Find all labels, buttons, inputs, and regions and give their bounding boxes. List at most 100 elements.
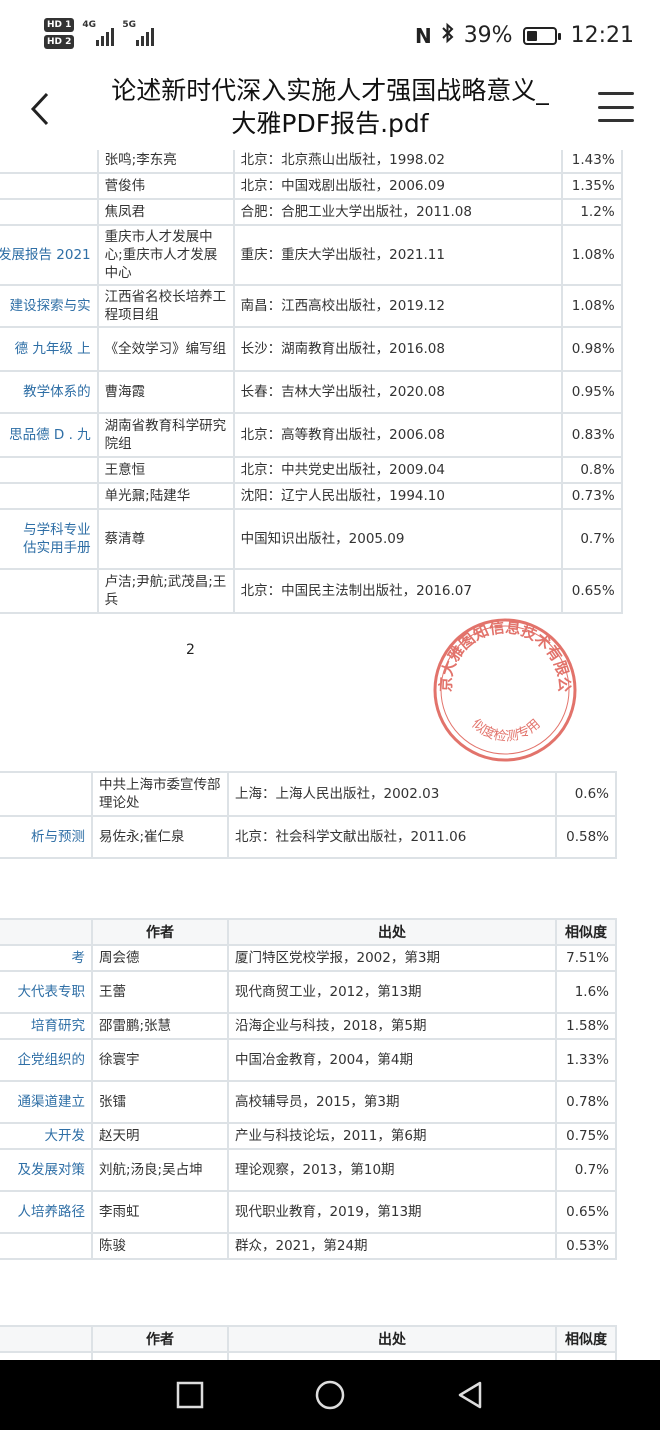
ref-title[interactable]: [0, 568, 99, 614]
ref-source: 长沙：湖南教育出版社，2016.08: [232, 326, 563, 372]
document-title: 论述新时代深入实施人才强国战略意义_ 大雅PDF报告.pdf: [80, 74, 580, 140]
app-header: 论述新时代深入实施人才强国战略意义_ 大雅PDF报告.pdf: [0, 74, 660, 150]
ref-title[interactable]: [0, 198, 99, 226]
ref-similarity: 1.33%: [555, 1038, 617, 1082]
battery-fill: [526, 30, 537, 41]
header-similarity: 相似度: [555, 918, 617, 946]
table-row: 大开发 赵天明 产业与科技论坛，2011，第6期 0.75%: [0, 1122, 617, 1150]
header-author: 作者: [91, 1325, 229, 1353]
ref-similarity: 0.8%: [560, 456, 623, 484]
ref-title[interactable]: 大开发: [0, 1122, 93, 1150]
reference-table-next: 作者 出处 相似度: [0, 1325, 617, 1360]
ref-title[interactable]: 企党组织的: [0, 1038, 93, 1082]
document-title-line1: 论述新时代深入实施人才强国战略意义_: [111, 76, 549, 105]
header-title: [0, 1325, 93, 1353]
header-author: 作者: [91, 918, 229, 946]
ref-title[interactable]: 析与预测: [0, 815, 93, 859]
ref-title[interactable]: 建设探索与实: [0, 284, 99, 328]
ref-similarity: 0.7%: [560, 508, 623, 570]
ref-title[interactable]: [0, 482, 99, 510]
ref-similarity: 1.2%: [560, 198, 623, 226]
ref-title[interactable]: 通渠道建立: [0, 1080, 93, 1124]
header-similarity: 相似度: [555, 1325, 617, 1353]
ref-similarity: 1.58%: [555, 1012, 617, 1040]
ref-source: 厦门特区党校学报，2002，第3期: [227, 944, 557, 972]
back-triangle-icon: [458, 1381, 482, 1409]
ref-title[interactable]: 与学科专业 估实用手册: [0, 508, 99, 570]
table-row: 王意恒 北京：中共党史出版社，2009.04 0.8%: [0, 456, 623, 484]
ref-source: 上海：上海人民出版社，2002.03: [227, 771, 557, 817]
menu-button[interactable]: [598, 92, 634, 122]
ref-author: 徐寰宇: [91, 1038, 229, 1082]
status-right: N 39% 12:21: [415, 22, 634, 49]
network-type-1: 4G: [82, 20, 97, 30]
ref-title[interactable]: 人培养路径: [0, 1190, 93, 1234]
ref-similarity: 1.6%: [555, 970, 617, 1014]
ref-source: 北京：中国戏剧出版社，2006.09: [232, 172, 563, 200]
battery-icon: [522, 26, 561, 45]
ref-author: 张镭: [91, 1080, 229, 1124]
hd1-badge: HD 1: [44, 18, 75, 32]
ref-title[interactable]: 考: [0, 944, 93, 972]
svg-text:北京大雅图知信息技术有限公司: 北京大雅图知信息技术有限公司: [430, 615, 573, 692]
header-source: 出处: [227, 918, 557, 946]
ref-author: 蔡清尊: [96, 508, 235, 570]
ref-source: 高校辅导员，2015，第3期: [227, 1080, 557, 1124]
table-row: 大代表专职 王蕾 现代商贸工业，2012，第13期 1.6%: [0, 970, 617, 1014]
ref-title[interactable]: [0, 456, 99, 484]
ref-similarity: 1.08%: [560, 284, 623, 328]
ref-similarity: 0.58%: [555, 815, 617, 859]
ref-similarity: 0.75%: [555, 1122, 617, 1150]
ref-source: 南昌：江西高校出版社，2019.12: [232, 284, 563, 328]
ref-author: 王蕾: [91, 970, 229, 1014]
ref-source: 北京：中共党史出版社，2009.04: [232, 456, 563, 484]
header-title: [0, 918, 93, 946]
home-button[interactable]: [310, 1375, 350, 1415]
recents-button[interactable]: [170, 1375, 210, 1415]
ref-author: 刘航;汤良;吴占坤: [91, 1148, 229, 1192]
reference-table-journals: 作者 出处 相似度 考周会德 厦门特区党校学报，2002，第3期 7.51% 大代表专…: [0, 918, 617, 1260]
back-button[interactable]: [20, 84, 60, 134]
ref-title[interactable]: 培育研究: [0, 1012, 93, 1040]
ref-author: 易佐永;崔仁泉: [91, 815, 229, 859]
ref-similarity: 0.73%: [560, 482, 623, 510]
ref-title[interactable]: [0, 1232, 93, 1260]
ref-source: 中国冶金教育，2004，第4期: [227, 1038, 557, 1082]
table-row: 考周会德 厦门特区党校学报，2002，第3期 7.51%: [0, 944, 617, 972]
table-row: 卢洁;尹航;武茂昌;王兵 北京：中国民主法制出版社，2016.07 0.65%: [0, 568, 623, 614]
ref-title[interactable]: 及发展对策: [0, 1148, 93, 1192]
svg-text:相似度检测专用章: 相似度检测专用章: [430, 615, 544, 745]
ref-title[interactable]: 德 九年级 上: [0, 326, 99, 372]
nfc-icon: N: [414, 23, 432, 48]
ref-source: 理论观察，2013，第10期: [227, 1148, 557, 1192]
ref-author: 江西省名校长培养工程项目组: [96, 284, 235, 328]
ref-title[interactable]: 大代表专职: [0, 970, 93, 1014]
ref-source: 长春：吉林大学出版社，2020.08: [232, 370, 563, 414]
ref-author: 赵天明: [91, 1122, 229, 1150]
ref-source: 重庆：重庆大学出版社，2021.11: [232, 224, 563, 286]
status-left: HD 1 HD 2 4G 5G: [44, 18, 155, 49]
ref-title[interactable]: [0, 150, 99, 174]
ref-author: 菅俊伟: [96, 172, 235, 200]
table-row: 及发展对策 刘航;汤良;吴占坤 理论观察，2013，第10期 0.7%: [0, 1148, 617, 1192]
ref-title[interactable]: [0, 172, 99, 200]
back-nav-button[interactable]: [450, 1375, 490, 1415]
battery-percent: 39%: [463, 23, 513, 48]
pdf-viewport[interactable]: 张鸣;李东亮 北京：北京燕山出版社，1998.02 1.43% 菅俊伟 北京：中国戏剧出…: [0, 150, 660, 1360]
ref-author: 焦凤君: [96, 198, 235, 226]
ref-source: 北京：北京燕山出版社，1998.02: [232, 150, 563, 174]
ref-author: 重庆市人才发展中心;重庆市人才发展中心: [96, 224, 235, 286]
ref-author: 湖南省教育科学研究院组: [96, 412, 235, 458]
ref-title[interactable]: 教学体系的: [0, 370, 99, 414]
ref-similarity: 0.95%: [560, 370, 623, 414]
ref-similarity: 1.35%: [560, 172, 623, 200]
signal-icon-2: 5G: [122, 18, 155, 46]
ref-similarity: 0.83%: [560, 412, 623, 458]
ref-title[interactable]: 发展报告 2021: [0, 224, 99, 286]
ref-similarity: 0.65%: [560, 568, 623, 614]
ref-title[interactable]: [0, 771, 93, 817]
ref-title[interactable]: 思品德 D . 九: [0, 412, 99, 458]
ref-source: 群众，2021，第24期: [227, 1232, 557, 1260]
ref-source: 产业与科技论坛，2011，第6期: [227, 1122, 557, 1150]
ref-author: 邵雷鹏;张慧: [91, 1012, 229, 1040]
